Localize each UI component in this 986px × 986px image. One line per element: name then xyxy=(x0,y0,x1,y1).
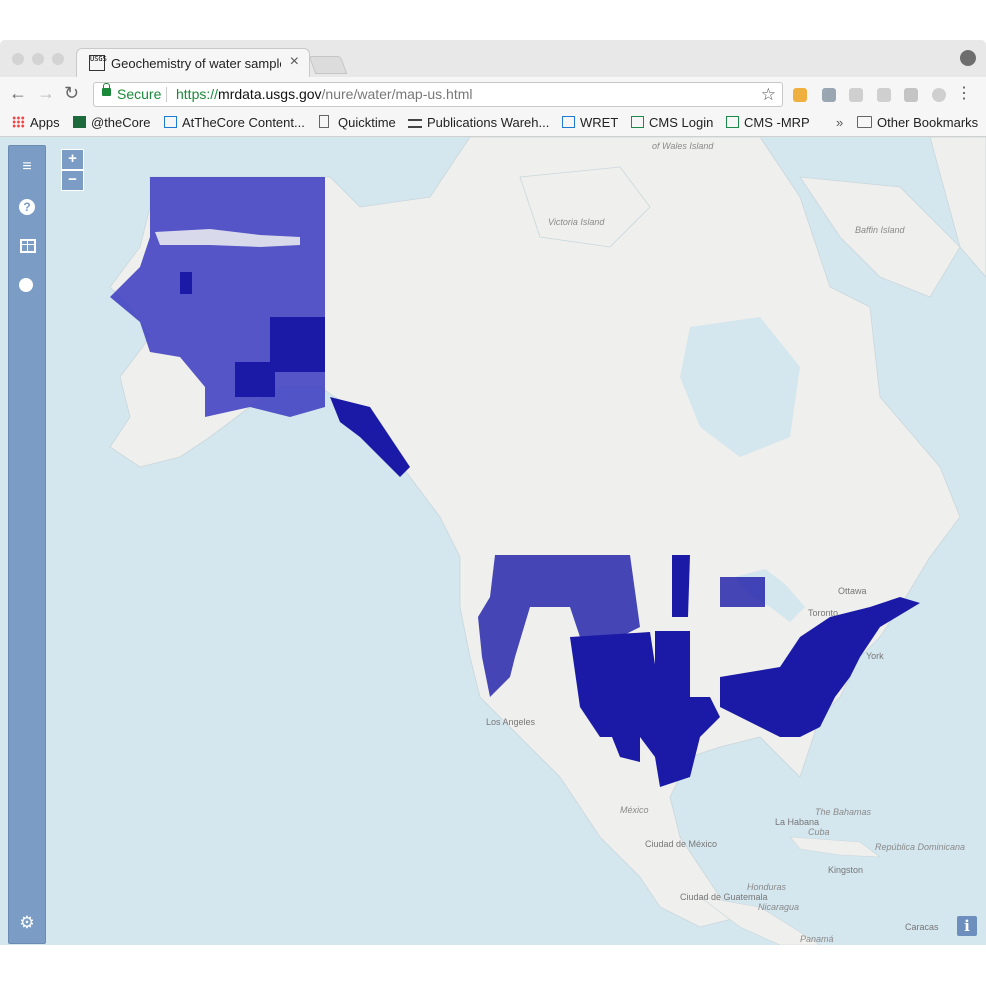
bookmark-label: AtTheCore Content... xyxy=(182,115,305,130)
map-label: Baffin Island xyxy=(855,225,905,235)
zoom-out-button[interactable]: − xyxy=(61,170,84,191)
bookmark-label: Other Bookmarks xyxy=(877,115,979,130)
close-window-button[interactable] xyxy=(12,53,24,65)
usgs-wave-icon xyxy=(408,119,422,128)
tab-active[interactable]: USGS Geochemistry of water samples × xyxy=(76,48,310,78)
bookmark-quicktime[interactable]: Quicktime xyxy=(319,115,396,130)
bookmark-apps[interactable]: Apps xyxy=(12,115,60,130)
map-label: Ciudad de México xyxy=(645,839,718,849)
bookmarks-overflow-button[interactable]: » xyxy=(836,115,843,130)
bookmark-cms-login[interactable]: CMS Login xyxy=(631,115,713,130)
bookmark-label: Publications Wareh... xyxy=(427,115,550,130)
settings-icon[interactable]: ⚙ xyxy=(19,914,35,931)
map-label: Caracas xyxy=(905,922,939,932)
url-path: /nure/water/map-us.html xyxy=(321,86,473,102)
browser-toolbar: ← → ↻ Secure https://mrdata.usgs.gov/nur… xyxy=(0,77,986,111)
font-extension-icon[interactable] xyxy=(877,88,891,102)
bookmark-label: WRET xyxy=(580,115,619,130)
url-text: https://mrdata.usgs.gov/nure/water/map-u… xyxy=(176,83,472,106)
document-icon xyxy=(319,115,329,128)
usgs-favicon-icon: USGS xyxy=(89,55,107,71)
menu-icon[interactable]: ≡ xyxy=(19,159,35,175)
bookmark-label: Apps xyxy=(30,115,60,130)
map-label: República Dominicana xyxy=(875,842,966,852)
bookmark-label: @theCore xyxy=(91,115,151,130)
map-label: Cuba xyxy=(808,827,830,837)
map-label: Kingston xyxy=(828,865,864,875)
tab-strip: USGS Geochemistry of water samples × xyxy=(0,40,986,78)
globe-icon[interactable] xyxy=(19,278,33,292)
core-icon xyxy=(73,116,86,128)
zoom-in-button[interactable]: + xyxy=(61,149,84,170)
map-label: México xyxy=(620,805,649,815)
lock-icon xyxy=(102,83,111,96)
map-label: The Bahamas xyxy=(815,807,872,817)
tab-title: Geochemistry of water samples xyxy=(111,56,281,71)
map-label: Nicaragua xyxy=(758,902,800,912)
map-label: Toronto xyxy=(808,608,839,618)
page-layout-icon xyxy=(164,116,177,128)
back-icon[interactable]: ← xyxy=(9,83,27,104)
bookmark-atthecore[interactable]: AtTheCore Content... xyxy=(164,115,305,130)
url-host: mrdata.usgs.gov xyxy=(218,86,322,102)
omnibox-separator xyxy=(166,87,167,102)
map-label: York xyxy=(866,651,884,661)
bookmark-thecore[interactable]: @theCore xyxy=(73,115,150,130)
bookmark-label: CMS Login xyxy=(649,115,714,130)
table-icon[interactable] xyxy=(20,239,36,253)
keep-extension-icon[interactable] xyxy=(904,88,918,102)
rss-extension-icon[interactable] xyxy=(793,88,807,102)
cms-icon xyxy=(726,116,739,128)
bookmark-wret[interactable]: WRET xyxy=(562,115,618,130)
apps-grid-icon xyxy=(12,116,25,128)
new-tab-button[interactable] xyxy=(308,56,348,74)
profile-icon[interactable] xyxy=(960,50,976,66)
folder-icon xyxy=(857,116,872,128)
url-scheme: https:// xyxy=(176,86,219,102)
map-label: Honduras xyxy=(747,882,787,892)
browser-window: USGS Geochemistry of water samples × ← →… xyxy=(0,40,986,945)
bookmark-cms-mrp[interactable]: CMS -MRP xyxy=(726,115,810,130)
map-label: of Wales Island xyxy=(652,141,714,151)
map-label: Los Angeles xyxy=(486,717,536,727)
map-label: Victoria Island xyxy=(548,217,605,227)
maximize-window-button[interactable] xyxy=(52,53,64,65)
doc-extension-icon[interactable] xyxy=(849,88,863,102)
tools-extension-icon[interactable] xyxy=(822,88,836,102)
forward-icon[interactable]: → xyxy=(37,83,55,104)
info-button[interactable]: i xyxy=(957,916,977,936)
map-viewport[interactable]: Victoria Island Baffin Island of Wales I… xyxy=(0,137,986,945)
reload-icon[interactable]: ↻ xyxy=(64,83,79,104)
tab-close-icon[interactable]: × xyxy=(290,53,299,71)
more-menu-icon[interactable]: ⋮ xyxy=(956,83,972,103)
map-label: Panamá xyxy=(800,934,834,944)
secure-label: Secure xyxy=(117,86,162,102)
address-bar[interactable]: Secure https://mrdata.usgs.gov/nure/wate… xyxy=(93,82,783,107)
map-label: Ottawa xyxy=(838,586,867,596)
map-label: Ciudad de Guatemala xyxy=(680,892,768,902)
minimize-window-button[interactable] xyxy=(32,53,44,65)
bookmark-star-icon[interactable]: ☆ xyxy=(761,83,776,106)
bookmarks-bar: Apps @theCore AtTheCore Content... Quick… xyxy=(0,111,986,137)
bookmark-other[interactable]: Other Bookmarks xyxy=(857,115,978,130)
chat-extension-icon[interactable] xyxy=(932,88,946,102)
basemap xyxy=(109,137,986,945)
bookmark-label: CMS -MRP xyxy=(744,115,810,130)
map-sidebar: ≡ ? ⚙ xyxy=(8,145,46,944)
bookmark-publications[interactable]: Publications Wareh... xyxy=(408,115,549,130)
help-icon[interactable]: ? xyxy=(19,199,35,215)
cms-icon xyxy=(631,116,644,128)
bookmark-label: Quicktime xyxy=(338,115,396,130)
cuba xyxy=(789,836,881,858)
page-layout-icon xyxy=(562,116,575,128)
map-label: La Habana xyxy=(775,817,820,827)
